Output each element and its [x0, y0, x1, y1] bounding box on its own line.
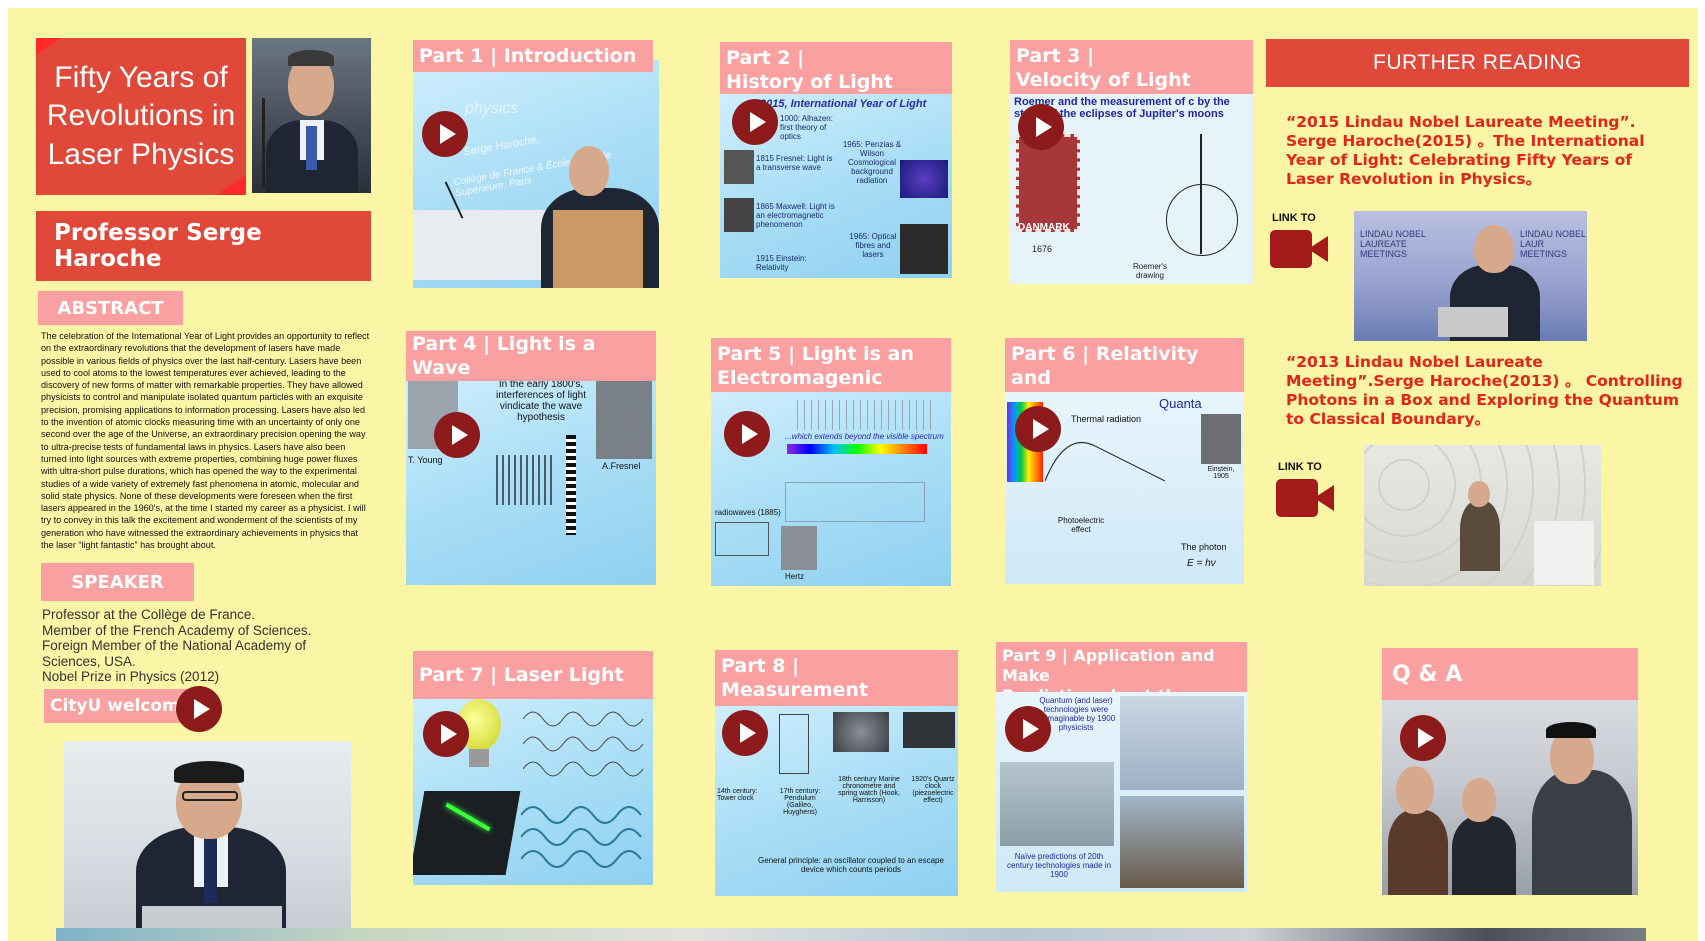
talk-title: Fifty Years of Revolutions in Laser Phys…	[36, 38, 246, 195]
part-5-label: Part 5 | Light is an Electromagenic Wave	[711, 338, 951, 392]
further-reading-header: FURTHER READING	[1266, 39, 1689, 87]
speaker-line: Member of the French Academy of Sciences…	[42, 622, 312, 638]
bottom-photo-strip	[56, 928, 1646, 941]
thumb-text: 1865 Maxwell: Light is an electromagneti…	[756, 202, 835, 229]
thumb-text: T. Young	[408, 455, 443, 465]
part-6-play-button[interactable]	[1015, 406, 1061, 452]
cityu-play-button[interactable]	[176, 686, 222, 732]
thumb-text: Photoelectric effect	[1057, 516, 1105, 534]
thumb-text: Hertz	[785, 572, 805, 581]
part-6-label: Part 6 | Relativity and Quantum Physics	[1005, 338, 1244, 392]
thumb-text: LINDAU NOBEL LAUREATE MEETINGS	[1360, 229, 1426, 259]
video-camera-icon[interactable]	[1270, 230, 1330, 268]
thumb-text: 1000: Alhazen: first theory of optics	[780, 114, 833, 141]
thumb-text: Naïve predictions of 20th century techno…	[1006, 852, 1112, 879]
speaker-info: Professor at the Collège de France. Memb…	[42, 607, 342, 685]
thumb-text: 1915 Einstein: Relativity	[756, 254, 807, 272]
thumb-text: Einstein, 1905	[1207, 466, 1235, 480]
part-2-label: Part 2 | History of Light	[720, 42, 952, 94]
thumb-text: 17th century: Pendulum (Galileo, Huyghen…	[779, 788, 821, 816]
speaker-line: Sciences, USA.	[42, 653, 136, 669]
thumb-text: Roemer's drawing	[1133, 262, 1167, 280]
lindau-2015-thumbnail[interactable]: LINDAU NOBEL LAUREATE MEETINGS LINDAU NO…	[1354, 211, 1587, 341]
link-to-label: LINK TO	[1272, 212, 1316, 224]
part-1-thumbnail[interactable]: physics Serge Haroche, Collège de France…	[413, 60, 659, 288]
lindau-2013-thumbnail[interactable]	[1364, 445, 1601, 586]
part-9-label: Part 9 | Application and Make Prediction…	[996, 642, 1247, 692]
thumb-text: radiowaves (1885)	[715, 508, 781, 517]
qa-label: Q & A	[1382, 648, 1638, 700]
speaker-label: SPEAKER	[41, 563, 194, 601]
qa-play-button[interactable]	[1400, 715, 1446, 761]
thumb-text: DANMARK	[1018, 222, 1070, 233]
part-5-play-button[interactable]	[724, 411, 770, 457]
reading-link-2015[interactable]: “2015 Lindau Nobel Laureate Meeting”. Se…	[1286, 113, 1676, 189]
thumb-text: Thermal radiation	[1071, 414, 1142, 424]
thumb-text: Serge Haroche,	[462, 133, 541, 159]
thumb-text: In the early 1800's, interferences of li…	[495, 379, 587, 423]
speaker-line: Nobel Prize in Physics (2012)	[42, 669, 220, 685]
thumb-text: The photon	[1181, 542, 1227, 552]
abstract-label: ABSTRACT	[38, 291, 183, 325]
part-7-play-button[interactable]	[423, 711, 469, 757]
thumb-text: 1676	[1032, 244, 1053, 254]
thumb-text: physics	[465, 100, 519, 117]
thumb-text: 1920's Quartz clock (piezoelectric effec…	[911, 776, 955, 804]
reading-link-2013[interactable]: “2013 Lindau Nobel Laureate Meeting”.Ser…	[1286, 353, 1686, 429]
part-2-play-button[interactable]	[732, 99, 778, 145]
abstract-text: The celebration of the International Yea…	[41, 331, 370, 551]
speaker-line: Foreign Member of the National Academy o…	[42, 638, 307, 654]
thumb-text: 18th century Marine chronometre and spri…	[838, 776, 900, 804]
thumb-text: 1965: Optical fibres and lasers	[849, 232, 897, 259]
part-8-play-button[interactable]	[722, 710, 768, 756]
thumb-text: ...which extends beyond the visible spec…	[785, 432, 944, 441]
thumb-text: LINDAU NOBEL LAUR MEETINGS	[1520, 229, 1586, 259]
video-camera-icon[interactable]	[1276, 479, 1336, 517]
part-4-thumbnail[interactable]: In the early 1800's, interferences of li…	[406, 375, 656, 585]
link-to-label: LINK TO	[1278, 461, 1322, 473]
part-7-label: Part 7 | Laser Light	[413, 651, 653, 699]
speaker-line: Professor at the Collège de France.	[42, 607, 256, 622]
thumb-text: A.Fresnel	[602, 461, 641, 471]
part-3-label: Part 3 | Velocity of Light	[1010, 40, 1253, 94]
thumb-text: E = hν	[1187, 558, 1216, 569]
thumb-text: 14th century: Tower clock	[717, 788, 758, 802]
thumb-text: 1815 Fresnel: Light is a transverse wave	[756, 154, 833, 172]
part-1-play-button[interactable]	[422, 111, 468, 157]
thumb-text: 2015, International Year of Light	[760, 98, 927, 110]
part-8-label: Part 8 | Measurement of Time	[715, 650, 958, 706]
professor-name: Professor Serge Haroche	[36, 211, 371, 281]
thumb-text: Quanta	[1159, 396, 1202, 411]
speaker-photo	[252, 38, 371, 193]
cityu-welcome-photo	[64, 741, 351, 930]
part-1-label: Part 1 | Introduction	[413, 40, 653, 72]
part-4-label: Part 4 | Light is a Wave	[406, 331, 656, 381]
part-4-play-button[interactable]	[434, 412, 480, 458]
poster-page: Fifty Years of Revolutions in Laser Phys…	[8, 8, 1698, 941]
cityu-welcome-label: CityU welcome	[44, 689, 194, 723]
part-9-play-button[interactable]	[1005, 706, 1051, 752]
thumb-text: General principle: an oscillator coupled…	[758, 856, 944, 874]
thumb-text: 1965: Penzias & Wilson Cosmological back…	[842, 140, 902, 185]
part-3-play-button[interactable]	[1018, 104, 1064, 150]
